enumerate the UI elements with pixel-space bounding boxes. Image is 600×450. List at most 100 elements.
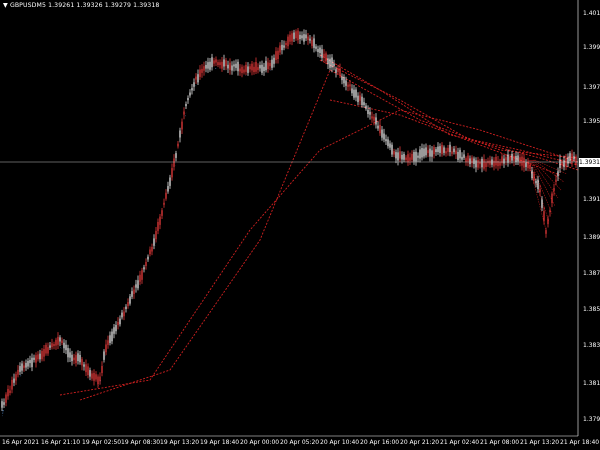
candle-body xyxy=(461,156,463,160)
candle-body xyxy=(311,40,313,46)
candle-body xyxy=(571,153,573,163)
candle-body xyxy=(405,157,407,160)
candle-body xyxy=(119,318,121,325)
band-gap xyxy=(100,385,103,410)
candle-body xyxy=(165,192,167,199)
candle-body xyxy=(489,160,491,165)
candle-body xyxy=(553,188,555,191)
candle-body xyxy=(23,365,25,368)
candle-body xyxy=(393,150,395,155)
candle-body xyxy=(473,158,475,164)
candle-body xyxy=(135,284,137,288)
candle-body xyxy=(321,49,323,58)
candle-body xyxy=(137,280,139,289)
candle-body xyxy=(537,179,539,189)
candle-body xyxy=(223,59,225,67)
candle-body xyxy=(163,202,165,205)
candle-body xyxy=(211,57,213,68)
candle-body xyxy=(347,84,349,87)
candle-body xyxy=(397,152,399,161)
candle-body xyxy=(243,69,245,73)
candle-body xyxy=(61,340,63,344)
candle-body xyxy=(181,121,183,130)
candle-body xyxy=(383,133,385,140)
candle-body xyxy=(13,378,15,383)
candle-body xyxy=(127,302,129,307)
ma-fan-line xyxy=(532,159,562,191)
price-tick-label: 1.39745 xyxy=(583,84,600,91)
candle-body xyxy=(427,150,429,154)
candle-body xyxy=(467,155,469,162)
candle-body xyxy=(333,63,335,67)
candle-body xyxy=(43,348,45,357)
candle-body xyxy=(459,149,461,159)
candle-body xyxy=(133,289,135,294)
candle-body xyxy=(145,261,147,267)
chart-window[interactable]: ▼ GBPUSDM5 1.39261 1.39326 1.39279 1.393… xyxy=(0,0,600,450)
candle-body xyxy=(429,148,431,157)
band-gap xyxy=(272,60,275,195)
candle-body xyxy=(299,34,301,40)
candle-body xyxy=(443,147,445,153)
candle-body xyxy=(159,216,161,225)
chart-menu-arrow-icon[interactable]: ▼ xyxy=(3,2,8,9)
candle-body xyxy=(259,65,261,69)
candle-body xyxy=(121,312,123,318)
candle-body xyxy=(25,362,27,368)
candle-body xyxy=(365,105,367,109)
candle-body xyxy=(411,153,413,160)
candle-body xyxy=(247,66,249,73)
candle-body xyxy=(355,89,357,98)
candle-body xyxy=(65,344,67,351)
price-tick-label: 1.38145 xyxy=(583,380,600,387)
candle-body xyxy=(83,364,85,367)
candle-body xyxy=(227,64,229,69)
price-tick-label: 1.40145 xyxy=(583,10,600,17)
candle-body xyxy=(329,58,331,68)
band-gap xyxy=(80,70,83,390)
candle-body xyxy=(417,155,419,158)
moving-average-line xyxy=(319,59,579,171)
candle-body xyxy=(573,156,575,160)
candle-body xyxy=(315,46,317,49)
candle-body xyxy=(143,267,145,270)
time-tick-label: 20 Apr 00:00 xyxy=(240,439,280,446)
candle-body xyxy=(175,153,177,158)
candle-body xyxy=(545,230,547,234)
symbol-ohlc-text: GBPUSDM5 1.39261 1.39326 1.39279 1.39318 xyxy=(9,2,160,9)
price-chart[interactable] xyxy=(0,0,600,450)
candle-body xyxy=(267,62,269,70)
time-tick-label: 19 Apr 02:50 xyxy=(82,439,122,446)
candle-body xyxy=(495,156,497,166)
candle-body xyxy=(533,173,535,181)
candle-body xyxy=(463,154,465,158)
price-tick-label: 1.37945 xyxy=(583,416,600,423)
candle-body xyxy=(499,162,501,166)
candle-body xyxy=(217,62,219,65)
candle-body xyxy=(153,238,155,246)
price-tick-label: 1.38945 xyxy=(583,234,600,241)
candle-body xyxy=(337,68,339,73)
candle-body xyxy=(203,66,205,71)
candle-body xyxy=(101,366,103,374)
candle-body xyxy=(345,80,347,86)
candle-body xyxy=(419,149,421,159)
candle-body xyxy=(93,372,95,381)
candle-body xyxy=(221,61,223,69)
candle-body xyxy=(47,347,49,354)
candle-body xyxy=(207,62,209,69)
candle-body xyxy=(107,340,109,345)
candle-body xyxy=(155,230,157,240)
candle-body xyxy=(205,64,207,69)
candle-body xyxy=(477,159,479,168)
candle-body xyxy=(519,157,521,164)
candle-body xyxy=(293,32,295,39)
candle-body xyxy=(99,376,101,382)
candle-body xyxy=(271,59,273,68)
candle-body xyxy=(91,373,93,379)
candle-body xyxy=(33,357,35,360)
candle-body xyxy=(423,148,425,157)
candle-body xyxy=(57,336,59,345)
candle-body xyxy=(81,359,83,366)
candle-body xyxy=(239,68,241,72)
